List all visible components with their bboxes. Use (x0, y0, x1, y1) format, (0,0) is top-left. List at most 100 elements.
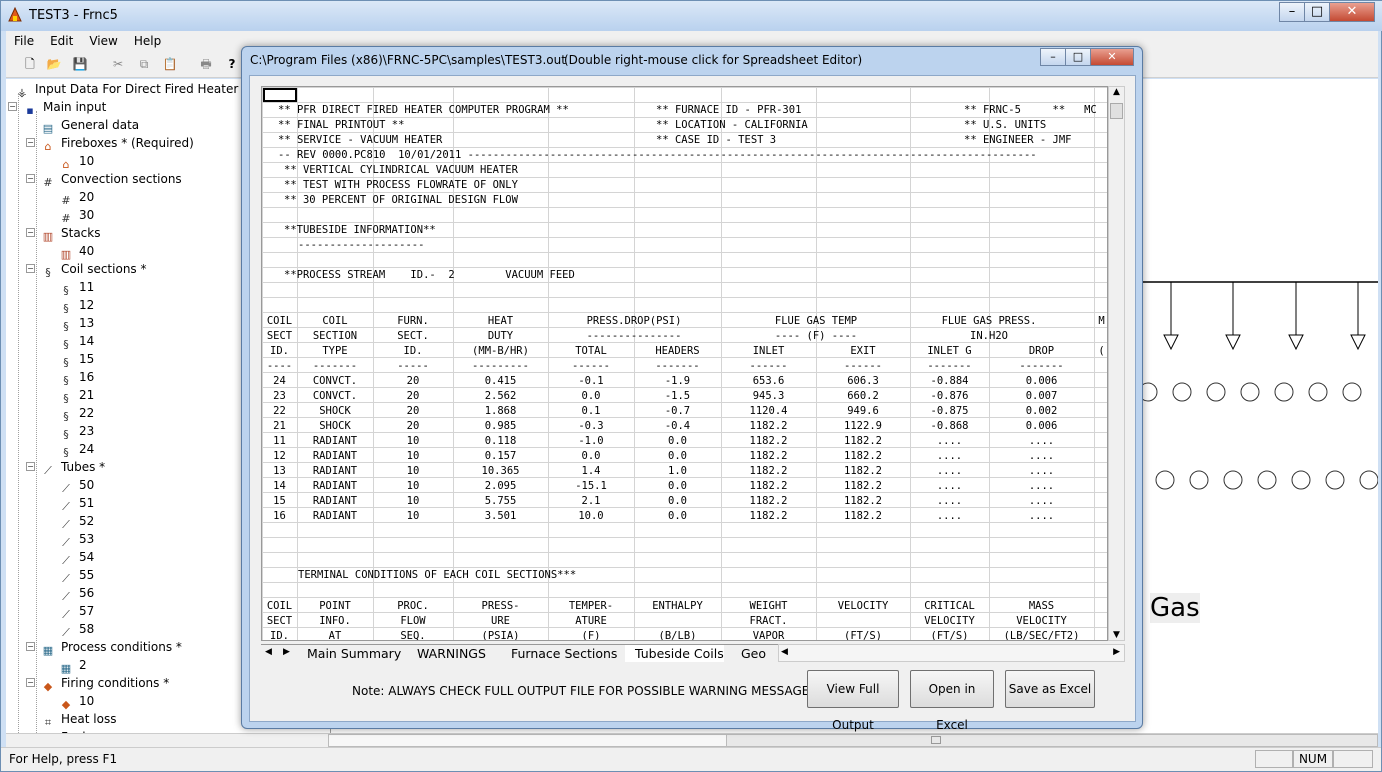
tab-main-summary[interactable]: Main Summary (297, 645, 401, 662)
expand-collapse-icon[interactable]: − (26, 138, 35, 147)
tree-node[interactable]: ▪ Main input (22, 98, 107, 117)
tree-node[interactable]: ⟋ 54 (58, 548, 95, 567)
tree-node[interactable]: #20 (58, 188, 94, 207)
dialog-minimize-button[interactable]: – (1040, 48, 1066, 66)
expand-collapse-icon[interactable]: − (26, 174, 35, 183)
tab-tubeside-coils[interactable]: Tubeside Coils (625, 645, 724, 662)
tree-node[interactable]: ▦ Process conditions * (40, 638, 182, 657)
tree-node[interactable]: § 23 (58, 422, 94, 441)
tree-node[interactable]: ▦ 2 (58, 656, 87, 675)
expand-collapse-icon[interactable]: − (26, 264, 35, 273)
minimize-button[interactable]: – (1279, 2, 1305, 22)
tab-furnace-sections[interactable]: Furnace Sections (501, 645, 617, 662)
terminal-header: TEMPER- (568, 600, 614, 612)
table-cell: 2.1 (581, 495, 601, 507)
tree-node[interactable]: ⟋ 55 (58, 566, 94, 585)
menu-edit[interactable]: Edit (42, 31, 81, 51)
sheet-vertical-scrollbar[interactable]: ▲ ▼ (1108, 86, 1125, 641)
tree-node[interactable]: ▤ General data (40, 116, 139, 135)
tree-node[interactable]: ⟋ 56 (58, 584, 94, 603)
tree-node[interactable]: ◆ 10 (58, 692, 95, 711)
scroll-thumb[interactable] (1110, 103, 1123, 119)
terminal-header: ID. (270, 630, 289, 641)
tree-node-label: Input Data For Direct Fired Heater (35, 82, 239, 96)
tree-node[interactable]: § 12 (58, 296, 94, 315)
scroll-up-icon[interactable]: ▲ (1109, 87, 1124, 97)
tree-node[interactable]: ▥ 40 (58, 242, 94, 261)
save-as-excel-button[interactable]: Save as Excel (1005, 670, 1095, 708)
tree-node[interactable]: § 13 (58, 314, 94, 333)
scroll-down-icon[interactable]: ▼ (1109, 630, 1124, 640)
tree-node-label: Main input (43, 100, 107, 114)
hscroll-right-icon[interactable]: ▶ (1113, 647, 1120, 657)
menu-file[interactable]: File (6, 31, 42, 51)
tree-node[interactable]: § 11 (58, 278, 94, 297)
tab-scroll-left-icon[interactable]: ◀ (265, 647, 272, 657)
expand-collapse-icon[interactable]: − (8, 102, 17, 111)
table-cell: 0.118 (484, 435, 517, 447)
expand-collapse-icon[interactable]: − (26, 462, 35, 471)
open-in-excel-button[interactable]: Open in Excel (910, 670, 994, 732)
tree-node[interactable]: ⌂ Fireboxes * (Required) (40, 134, 194, 153)
tree-node[interactable]: § Coil sections * (40, 260, 146, 279)
tree-node[interactable]: ⚶ Input Data For Direct Fired Heater (14, 80, 239, 99)
tab-warnings[interactable]: WARNINGS (407, 645, 486, 662)
tree-node[interactable]: ⟋ 57 (58, 602, 94, 621)
close-button[interactable]: ✕ (1329, 2, 1375, 22)
tree-node[interactable]: § 14 (58, 332, 94, 351)
maximize-button[interactable]: □ (1304, 2, 1330, 22)
tree-node[interactable]: #30 (58, 206, 94, 225)
tab-scroll-right-icon[interactable]: ▶ (283, 647, 290, 657)
dialog-close-button[interactable]: ✕ (1090, 48, 1134, 66)
title-bar[interactable]: TEST3 - Frnc5 – □ ✕ (1, 1, 1382, 31)
sheet-horizontal-scrollbar[interactable]: ◀ ▶ (778, 644, 1125, 662)
new-file-icon[interactable]: 🗋 (22, 56, 38, 72)
paste-icon[interactable]: 📋 (162, 56, 178, 72)
tree-node[interactable]: ⟋ Tubes * (40, 458, 105, 477)
menu-help[interactable]: Help (126, 31, 169, 51)
column-header: (MM-B/HR) (472, 345, 529, 357)
cut-icon[interactable]: ✂ (110, 56, 126, 72)
table-cell: RADIANT (312, 480, 358, 492)
tree-node[interactable]: § 24 (58, 440, 94, 459)
active-cell[interactable] (263, 88, 297, 102)
tree-node[interactable]: # Convection sections (40, 170, 181, 189)
hscroll-left-icon[interactable]: ◀ (781, 647, 788, 657)
tree-node-label: 54 (79, 550, 95, 564)
open-folder-icon[interactable]: 📂 (46, 56, 62, 72)
tree-node[interactable]: § 15 (58, 350, 94, 369)
help-icon[interactable]: ? (224, 56, 240, 72)
tree-node[interactable]: § 16 (58, 368, 94, 387)
tree-node[interactable]: ◆ Firing conditions * (40, 674, 169, 693)
print-icon[interactable]: 🖶 (198, 56, 214, 72)
table-cell: 14 (273, 480, 286, 492)
expand-collapse-icon[interactable]: − (26, 228, 35, 237)
save-icon[interactable]: 💾 (72, 56, 88, 72)
output-spreadsheet[interactable]: ** PFR DIRECT FIRED HEATER COMPUTER PROG… (261, 86, 1108, 641)
tree-node[interactable]: ⌂ 10 (58, 152, 95, 171)
expand-collapse-icon[interactable]: − (26, 678, 35, 687)
table-cell: 945.3 (752, 390, 785, 402)
tree-node[interactable]: ⌗ Heat loss (40, 710, 117, 729)
tree-node[interactable]: ⟋ 50 (58, 476, 94, 495)
tree-node[interactable]: ▥ Stacks (40, 224, 101, 243)
menu-view[interactable]: View (81, 31, 125, 51)
copy-icon[interactable]: ⧉ (136, 56, 152, 72)
column-header: INLET G (927, 345, 972, 357)
table-cell: 1182.2 (749, 420, 788, 432)
tree-node[interactable]: ⟋ 51 (58, 494, 94, 513)
tree-node[interactable]: ⟋ 58 (58, 620, 94, 639)
main-horizontal-scrollbar[interactable] (6, 733, 1378, 747)
tube-circle (1172, 382, 1192, 402)
dialog-maximize-button[interactable]: □ (1065, 48, 1091, 66)
column-underline: ------- (927, 360, 972, 372)
expand-collapse-icon[interactable]: − (26, 642, 35, 651)
tree-node[interactable]: ⟋ 52 (58, 512, 94, 531)
tab-geo[interactable]: Geo (731, 645, 766, 662)
tree-node[interactable]: ⟋ 53 (58, 530, 94, 549)
tree-node[interactable]: § 22 (58, 404, 94, 423)
app-icon (8, 7, 22, 22)
output-dialog[interactable]: C:\Program Files (x86)\FRNC-5PC\samples\… (241, 46, 1143, 732)
tree-node[interactable]: § 21 (58, 386, 94, 405)
view-full-output-button[interactable]: View Full Output (807, 670, 899, 732)
